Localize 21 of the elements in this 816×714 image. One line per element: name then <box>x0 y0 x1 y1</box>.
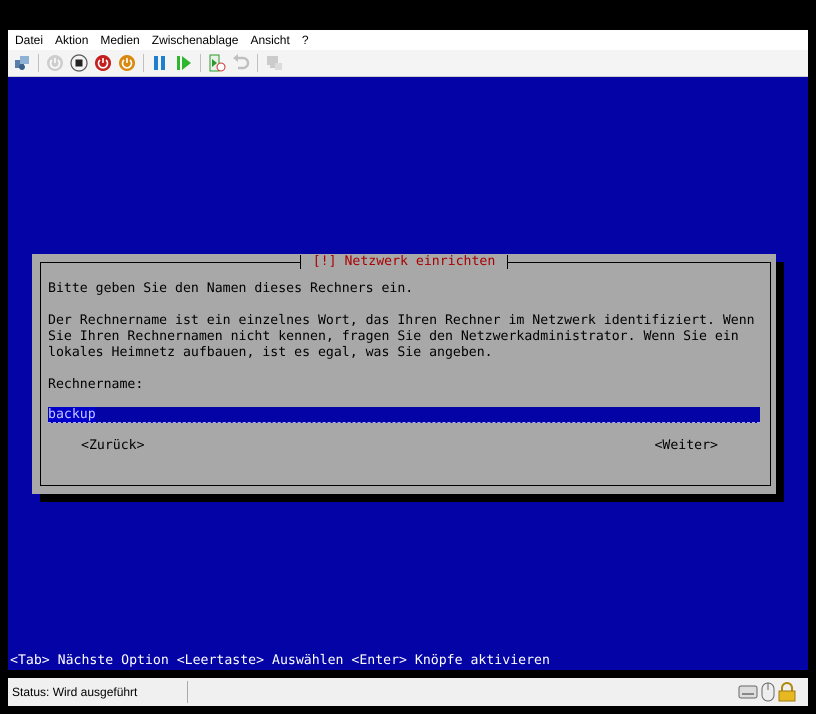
menu-item[interactable]: Zwischenablage <box>146 33 244 47</box>
menu-item[interactable]: Medien <box>95 33 145 47</box>
continue-button[interactable]: <Weiter> <box>654 438 718 454</box>
mouse-icon <box>761 682 775 702</box>
menu-item[interactable]: ? <box>296 33 314 47</box>
input-field[interactable]: backup <box>48 407 760 423</box>
lock-icon <box>778 682 796 702</box>
stop-icon[interactable] <box>68 52 90 74</box>
power-icon[interactable] <box>116 52 138 74</box>
power-icon[interactable] <box>92 52 114 74</box>
key-hint-text: <Tab> Nächste Option <Leertaste> Auswählen <Enter> Knöpfe aktivieren <box>9 653 551 669</box>
description-text: Der Rechnername ist ein einzelnes Wort, das Ihren Rechner im Netzwerk identifiziert. Wenn Sie Ihren Rechnernamen nicht kennen, fragen Sie den Netzwerkadministrator. Wenn Sie ein lokales Heimnetz aufbauen, ist es egal, was Sie angeben. <box>48 313 756 361</box>
status-text: Status: Wird ausgeführt <box>11 685 138 699</box>
field-label: Rechnername: <box>48 377 144 393</box>
prompt-text: Bitte geben Sie den Namen dieses Rechners ein. <box>48 281 414 297</box>
back-button[interactable]: <Zurück> <box>81 438 145 454</box>
menu-item[interactable]: Aktion <box>50 33 94 47</box>
menu-item[interactable]: Ansicht <box>245 33 295 47</box>
dialog-title: [!] Netzwerk einrichten <box>300 255 508 269</box>
keyboard-icon <box>738 684 758 700</box>
menu-item[interactable]: Datei <box>10 33 48 47</box>
